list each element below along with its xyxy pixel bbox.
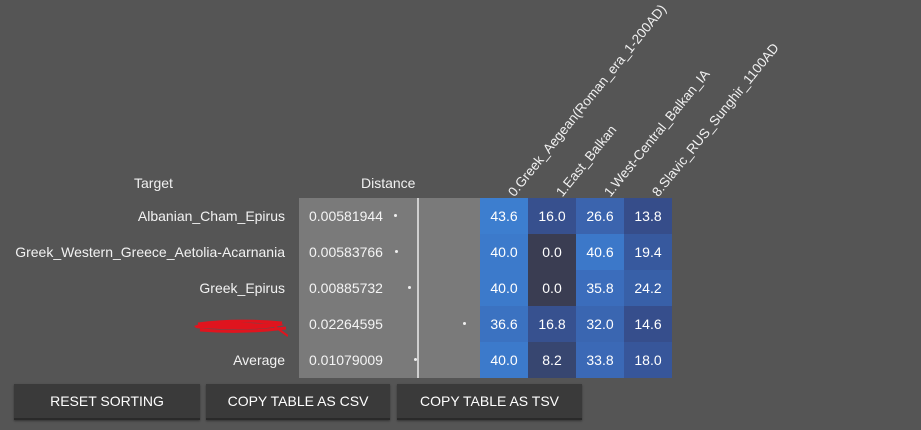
component-cell: 40.0: [480, 270, 528, 306]
average-label: Average: [233, 352, 285, 368]
copy-csv-button[interactable]: COPY TABLE AS CSV: [206, 384, 390, 420]
component-cell: 36.6: [480, 306, 528, 342]
component-cell: 40.6: [576, 234, 624, 270]
component-cell: 14.6: [624, 306, 672, 342]
component-cell: 8.2: [528, 342, 576, 378]
component-cell: 16.8: [528, 306, 576, 342]
component-cell: 16.0: [528, 198, 576, 234]
distance-value: 0.01079009: [309, 352, 383, 368]
component-cell: 43.6: [480, 198, 528, 234]
distance-value: 0.02264595: [309, 316, 383, 332]
target-column-header[interactable]: Target: [134, 175, 173, 191]
target-name: Albanian_Cham_Epirus: [137, 208, 285, 224]
distance-dot: [394, 214, 397, 217]
component-cell: 24.2: [624, 270, 672, 306]
component-cell: 33.8: [576, 342, 624, 378]
distance-value: 0.00581944: [309, 208, 383, 224]
distance-dot: [395, 250, 398, 253]
distance-dot: [463, 322, 466, 325]
copy-tsv-button[interactable]: COPY TABLE AS TSV: [397, 384, 582, 420]
distance-dot: [414, 358, 417, 361]
reset-sorting-button[interactable]: RESET SORTING: [14, 384, 200, 420]
component-cell: 40.0: [480, 342, 528, 378]
component-cell: 0.0: [528, 234, 576, 270]
component-cell: 18.0: [624, 342, 672, 378]
distance-value: 0.00885732: [309, 280, 383, 296]
component-cell: 35.8: [576, 270, 624, 306]
component-cell: 40.0: [480, 234, 528, 270]
component-cell: 32.0: [576, 306, 624, 342]
distance-column-header[interactable]: Distance: [361, 175, 415, 191]
distance-average-marker: [417, 198, 419, 378]
component-cell: 13.8: [624, 198, 672, 234]
target-name: Greek_Western_Greece_Aetolia-Acarnania: [15, 244, 285, 260]
component-cell: 26.6: [576, 198, 624, 234]
admixture-results-view: Target Distance 0.Greek_Aegean(Roman_era…: [0, 0, 921, 430]
component-cell: 19.4: [624, 234, 672, 270]
distance-dot: [408, 286, 411, 289]
target-name: Greek_Epirus: [199, 280, 285, 296]
component-cell: 0.0: [528, 270, 576, 306]
distance-value: 0.00583766: [309, 244, 383, 260]
redaction-scribble: [194, 319, 288, 337]
